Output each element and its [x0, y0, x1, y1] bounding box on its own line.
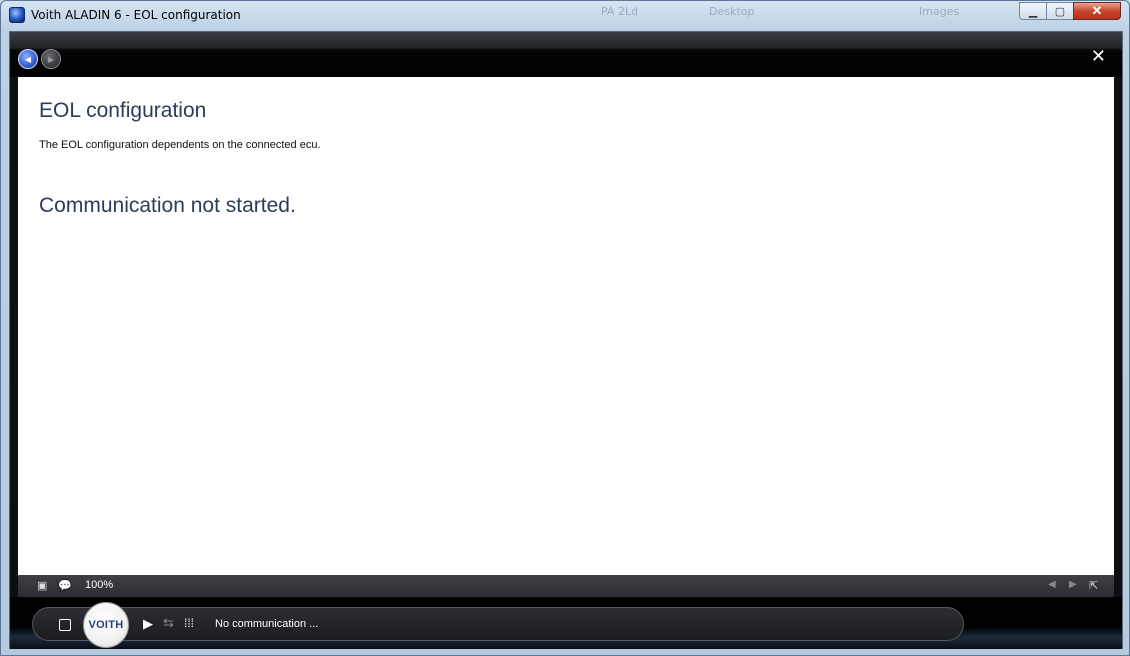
- forward-arrow-icon: ▶: [47, 54, 55, 64]
- background-ghost-label: Desktop: [709, 5, 755, 18]
- navigation-bar: ◀ ▶ ✕: [10, 32, 1122, 77]
- previous-page-icon[interactable]: ◀: [1048, 579, 1056, 590]
- window-title: Voith ALADIN 6 - EOL configuration: [31, 8, 241, 22]
- close-icon: ✕: [1090, 46, 1106, 67]
- content-panel: EOL configuration The EOL configuration …: [18, 77, 1114, 575]
- communication-panel: VOITH ▶ ⇆ ⁞⁞⁞ No communication ...: [32, 602, 964, 648]
- bottom-bar: VOITH ▶ ⇆ ⁞⁞⁞ No communication ...: [10, 597, 1122, 649]
- background-ghost-label: Images: [919, 5, 960, 18]
- minimize-icon: ▁: [1028, 5, 1038, 18]
- fit-to-screen-icon[interactable]: ▣: [37, 579, 47, 593]
- voith-logo[interactable]: VOITH: [83, 602, 129, 648]
- background-ghost-label: PA 2Ld: [601, 5, 639, 18]
- minimize-button[interactable]: ▁: [1019, 2, 1046, 20]
- loop-icon[interactable]: ⇆: [163, 615, 174, 631]
- back-button[interactable]: ◀: [18, 49, 38, 69]
- play-icon[interactable]: ▶: [143, 616, 153, 632]
- communication-message: Communication not started.: [39, 194, 296, 217]
- title-bar[interactable]: Voith ALADIN 6 - EOL configuration PA 2L…: [1, 1, 1129, 31]
- page-description: The EOL configuration dependents on the …: [39, 139, 321, 151]
- caption-buttons: ▁ ▢ ✕: [1019, 2, 1121, 20]
- back-arrow-icon: ◀: [24, 54, 32, 64]
- maximize-icon: ▢: [1054, 5, 1066, 18]
- status-bar: ▣ 💬 100% ◀ ▶ ⇱: [18, 575, 1114, 597]
- next-page-icon[interactable]: ▶: [1069, 579, 1077, 590]
- communication-status: No communication ...: [215, 618, 319, 630]
- app-area: ◀ ▶ ✕ EOL configuration The EOL configur…: [9, 31, 1123, 649]
- popout-icon[interactable]: ⇱: [1089, 579, 1098, 593]
- stop-icon[interactable]: [59, 619, 71, 631]
- comment-icon[interactable]: 💬: [58, 579, 72, 593]
- close-view-button[interactable]: ✕: [1091, 48, 1106, 66]
- grid-icon[interactable]: ⁞⁞⁞: [184, 616, 194, 630]
- zoom-level: 100%: [85, 579, 114, 591]
- close-icon: ✕: [1091, 3, 1103, 18]
- maximize-button[interactable]: ▢: [1046, 2, 1073, 20]
- close-window-button[interactable]: ✕: [1073, 2, 1121, 20]
- app-icon: [9, 7, 25, 23]
- app-window: Voith ALADIN 6 - EOL configuration PA 2L…: [0, 0, 1130, 656]
- page-title: EOL configuration: [39, 99, 207, 122]
- forward-button[interactable]: ▶: [41, 49, 61, 69]
